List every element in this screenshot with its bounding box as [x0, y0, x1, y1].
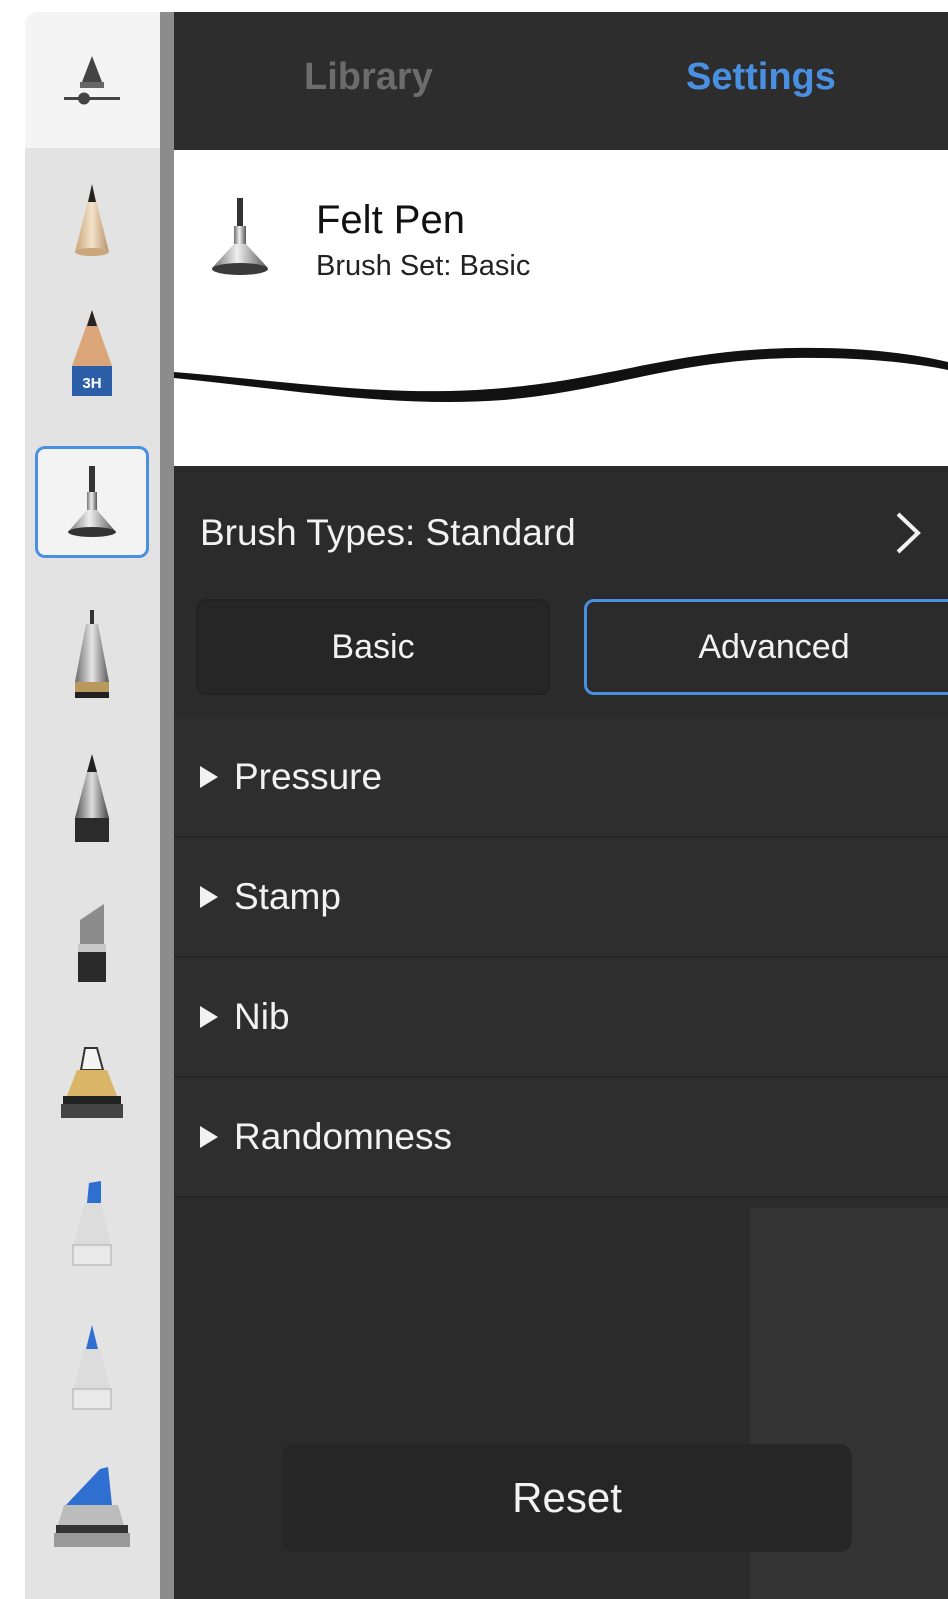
brush-set-label: Brush Set: Basic — [316, 250, 531, 282]
tab-bar: Library Settings — [174, 12, 948, 150]
brush-sidebar: 3H — [25, 12, 160, 1599]
highlighter-icon — [72, 1181, 112, 1266]
pencil-icon: 3H — [72, 310, 112, 396]
disclosure-arrow-icon — [200, 1006, 218, 1028]
section-pressure[interactable]: Pressure — [174, 718, 948, 838]
chevron-right-icon — [896, 512, 921, 554]
brush-settings-panel: Library Settings Felt Pen Brush Set: Bas… — [174, 12, 948, 1599]
brush-types-row[interactable]: Brush Types: Standard — [174, 466, 948, 598]
sidebar-divider — [160, 12, 174, 1599]
chisel-marker-icon — [78, 904, 106, 982]
section-label: Nib — [234, 996, 290, 1037]
pencil-badge: 3H — [82, 375, 101, 392]
pen-icon — [75, 184, 109, 256]
advanced-mode-button[interactable]: Advanced — [584, 599, 948, 695]
airbrush-tool[interactable] — [35, 1452, 149, 1564]
section-randomness[interactable]: Randomness — [174, 1078, 948, 1198]
felt-pen-tool[interactable] — [35, 446, 149, 558]
technical-pen-tool[interactable] — [35, 598, 149, 710]
tab-library[interactable]: Library — [304, 56, 433, 99]
basic-mode-button[interactable]: Basic — [196, 599, 550, 695]
section-label: Stamp — [234, 876, 341, 917]
section-nib[interactable]: Nib — [174, 958, 948, 1078]
felt-pen-icon — [68, 466, 116, 537]
chisel-marker-tool[interactable] — [35, 886, 149, 998]
technical-pen-icon — [75, 610, 109, 698]
airbrush-icon — [54, 1467, 130, 1547]
disclosure-arrow-icon — [200, 886, 218, 908]
brush-name: Felt Pen — [316, 198, 465, 242]
ballpoint-pen-tool[interactable] — [35, 742, 149, 854]
section-label: Pressure — [234, 756, 383, 797]
disclosure-arrow-icon — [200, 766, 218, 788]
section-label: Randomness — [234, 1116, 453, 1157]
marker-icon — [72, 1325, 112, 1410]
pencil-3h-tool[interactable]: 3H — [35, 296, 149, 408]
reset-button[interactable]: Reset — [282, 1444, 852, 1552]
tab-settings[interactable]: Settings — [686, 56, 836, 99]
brush-settings-icon — [64, 56, 120, 105]
stroke-preview — [174, 347, 948, 402]
felt-pen-icon — [212, 198, 268, 275]
paint-marker-tool[interactable] — [35, 1028, 149, 1140]
brush-settings-tool[interactable] — [35, 24, 149, 136]
marker-tool[interactable] — [35, 1312, 149, 1424]
pen-tool[interactable] — [35, 164, 149, 276]
paint-marker-icon — [61, 1047, 123, 1118]
highlighter-tool[interactable] — [35, 1168, 149, 1280]
section-stamp[interactable]: Stamp — [174, 838, 948, 958]
ballpoint-pen-icon — [75, 754, 109, 842]
brush-preview: Felt Pen Brush Set: Basic — [174, 150, 948, 466]
disclosure-arrow-icon — [200, 1126, 218, 1148]
brush-types-label: Brush Types: Standard — [200, 512, 576, 553]
